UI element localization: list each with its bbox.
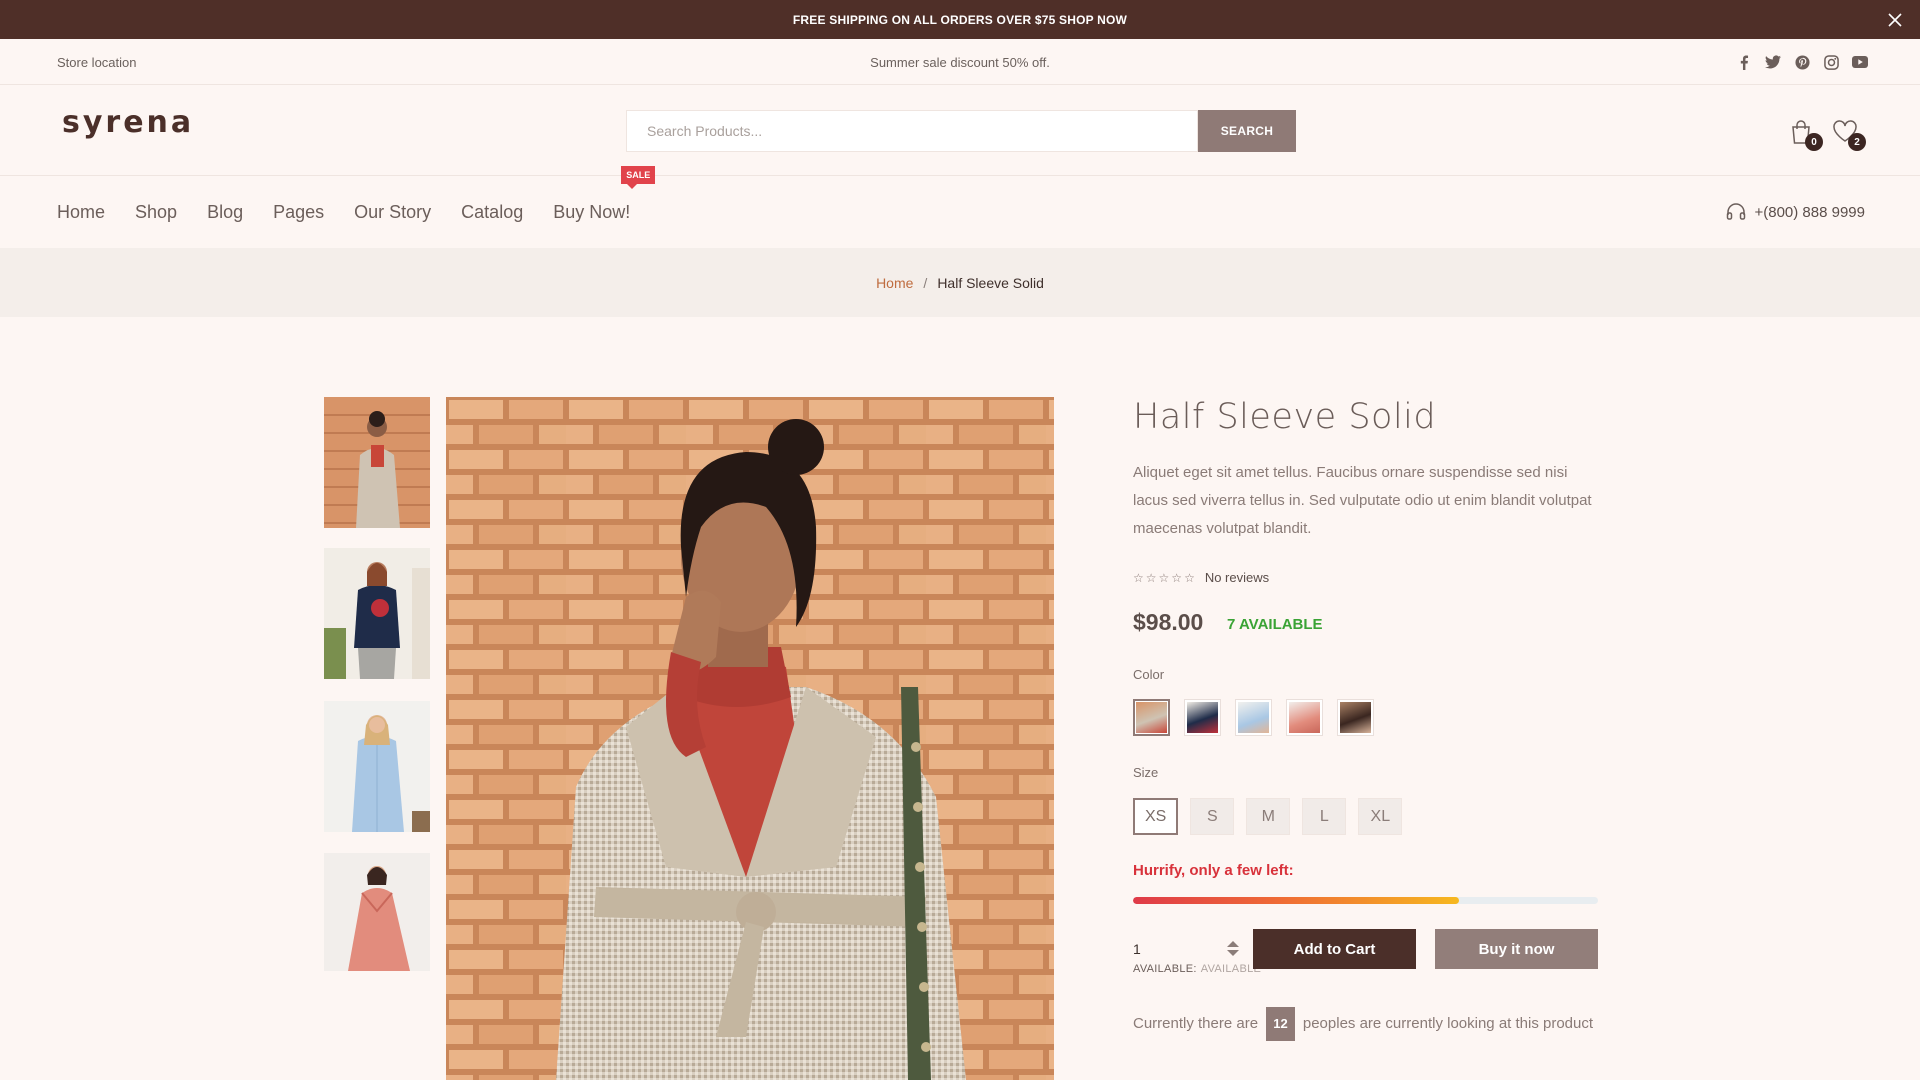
color-swatch-1[interactable] (1133, 699, 1170, 736)
buy-now-button[interactable]: Buy it now (1435, 929, 1598, 969)
thumbnail-1[interactable] (324, 397, 430, 528)
product-title: Half Sleeve Solid (1133, 397, 1437, 437)
stock-availability: 7 AVAILABLE (1227, 616, 1323, 633)
increment-arrow-icon[interactable] (1227, 941, 1239, 947)
breadcrumb: Home / Half Sleeve Solid (0, 248, 1920, 317)
star-icon: ☆ (1145, 570, 1157, 585)
site-header: syrena SEARCH 0 2 (0, 85, 1920, 176)
nav-item-shop[interactable]: Shop (135, 202, 177, 223)
product-rating[interactable]: ☆ ☆ ☆ ☆ ☆ No reviews (1133, 570, 1269, 585)
nav-item-home[interactable]: Home (57, 202, 105, 223)
phone-number: +(800) 888 9999 (1754, 203, 1865, 221)
youtube-icon[interactable] (1852, 54, 1868, 70)
sale-badge: SALE (621, 165, 656, 189)
color-swatch-4[interactable] (1286, 699, 1323, 736)
color-label: Color (1133, 667, 1165, 682)
nav-item-blog[interactable]: Blog (207, 202, 243, 223)
top-bar: Store location Summer sale discount 50% … (0, 39, 1920, 85)
main-navigation: Home Shop Blog Pages Our Story Catalog B… (0, 165, 1920, 248)
wishlist-count-badge: 2 (1848, 133, 1866, 151)
search-button[interactable]: SEARCH (1198, 110, 1296, 152)
star-icon: ☆ (1133, 570, 1144, 585)
cart-count-badge: 0 (1805, 133, 1823, 151)
thumbnail-2[interactable] (324, 548, 430, 679)
pinterest-icon[interactable] (1794, 54, 1810, 70)
facebook-icon[interactable] (1736, 54, 1752, 70)
size-option-xl[interactable]: XL (1358, 798, 1403, 835)
nav-item-buy-now-label: Buy Now! (553, 201, 631, 222)
size-option-m[interactable]: M (1246, 798, 1291, 835)
cart-button[interactable]: 0 (1789, 119, 1823, 151)
star-icon: ☆ (1158, 570, 1170, 585)
nav-item-buy-now[interactable]: Buy Now! SALE (553, 165, 656, 223)
color-swatch-3[interactable] (1235, 699, 1272, 736)
announcement-text[interactable]: FREE SHIPPING ON ALL ORDERS OVER $75 SHO… (793, 13, 1127, 27)
rating-stars: ☆ ☆ ☆ ☆ ☆ (1133, 571, 1195, 585)
color-swatch-5[interactable] (1337, 699, 1374, 736)
social-links (1736, 39, 1868, 85)
nav-item-our-story[interactable]: Our Story (354, 202, 431, 223)
stock-progress-fill (1133, 897, 1459, 904)
size-option-xs[interactable]: XS (1133, 798, 1179, 835)
search-input[interactable] (626, 110, 1198, 152)
size-option-s[interactable]: S (1190, 798, 1235, 835)
low-stock-message: Hurrify, only a few left: (1133, 862, 1294, 879)
wishlist-button[interactable]: 2 (1832, 119, 1866, 151)
size-label: Size (1133, 765, 1159, 780)
breadcrumb-separator: / (923, 274, 928, 291)
store-location-link[interactable]: Store location (57, 39, 137, 85)
viewers-suffix: peoples are currently looking at this pr… (1302, 1014, 1594, 1032)
promo-text: Summer sale discount 50% off. (870, 54, 1050, 70)
product-description: Aliquet eget sit amet tellus. Faucibus o… (1133, 464, 1592, 537)
color-swatch-2[interactable] (1184, 699, 1221, 736)
close-icon[interactable] (1880, 0, 1910, 39)
site-logo[interactable]: syrena (62, 105, 194, 140)
quantity-input[interactable] (1133, 941, 1213, 957)
search-bar: SEARCH (626, 110, 1296, 152)
size-options: XS S M L XL (1133, 798, 1403, 835)
live-viewers-notice: Currently there are 12 peoples are curre… (1133, 1007, 1603, 1041)
size-option-l[interactable]: L (1302, 798, 1347, 835)
nav-item-catalog[interactable]: Catalog (461, 202, 523, 223)
star-icon: ☆ (1171, 570, 1183, 585)
viewers-count: 12 (1266, 1007, 1295, 1041)
product-price: $98.00 (1133, 609, 1204, 635)
product-main-image[interactable] (446, 397, 1054, 1080)
reviews-text: No reviews (1204, 570, 1270, 585)
nav-item-pages[interactable]: Pages (273, 202, 324, 223)
star-icon: ☆ (1184, 570, 1195, 585)
add-to-cart-button[interactable]: Add to Cart (1253, 929, 1416, 969)
thumbnail-3[interactable] (324, 701, 430, 832)
headset-icon (1727, 203, 1746, 220)
announcement-bar: FREE SHIPPING ON ALL ORDERS OVER $75 SHO… (0, 0, 1920, 39)
stock-progress-bar (1133, 897, 1598, 904)
quantity-spinner[interactable] (1227, 941, 1239, 956)
color-swatches (1133, 699, 1374, 736)
phone-contact[interactable]: +(800) 888 9999 (1726, 176, 1865, 248)
instagram-icon[interactable] (1823, 54, 1839, 70)
decrement-arrow-icon[interactable] (1227, 950, 1239, 956)
thumbnail-4[interactable] (324, 853, 430, 971)
viewers-prefix: Currently there are (1133, 1014, 1259, 1032)
breadcrumb-home-link[interactable]: Home (876, 275, 913, 291)
availability-caption: AVAILABLE: AVAILABLE (1133, 963, 1261, 973)
breadcrumb-current: Half Sleeve Solid (937, 274, 1044, 291)
twitter-icon[interactable] (1765, 54, 1781, 70)
availability-caption-label: AVAILABLE: (1133, 963, 1197, 973)
